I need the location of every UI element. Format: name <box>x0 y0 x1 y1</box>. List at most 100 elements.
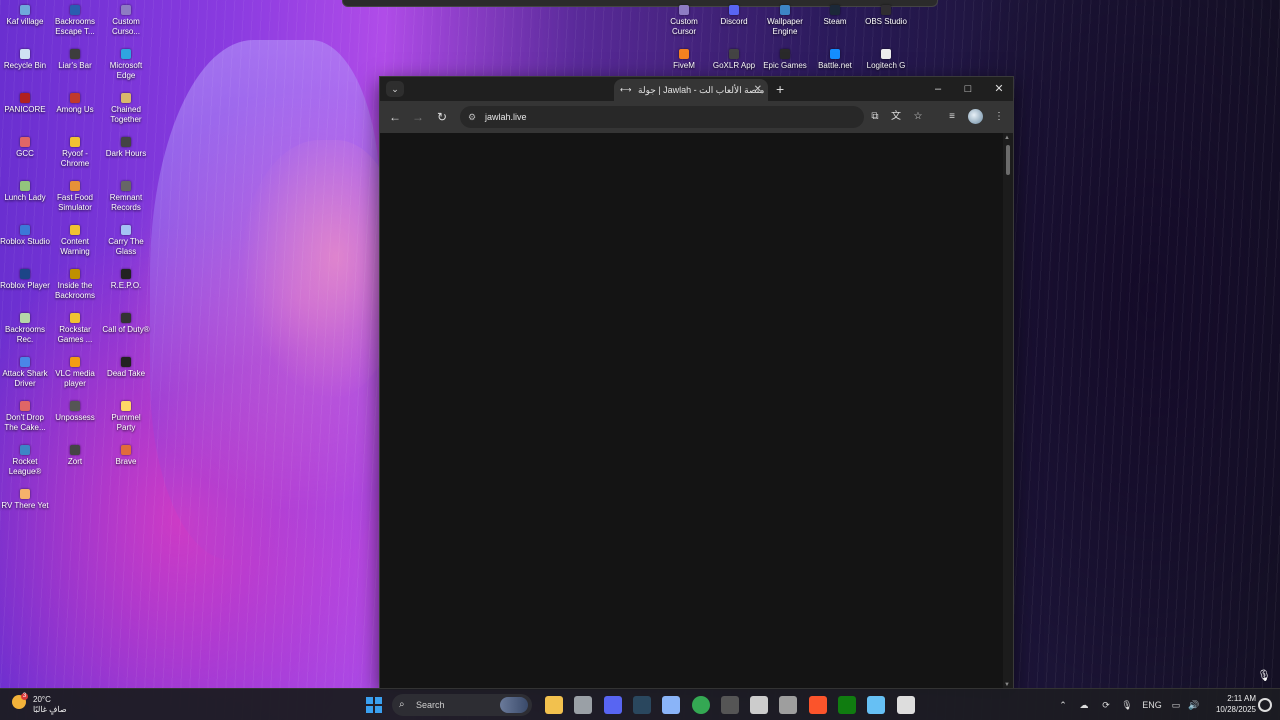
tab-jawlah[interactable]: ⟷ جولة | Jawlah - منصة الألعاب الت ✕ <box>614 79 768 101</box>
address-bar[interactable]: ⚙ jawlah.live <box>460 106 864 128</box>
app-icon <box>20 137 30 147</box>
desktop-icon[interactable]: Don't Drop The Cake... <box>0 401 50 433</box>
desktop-icon[interactable]: Among Us <box>50 93 100 115</box>
desktop-icon[interactable]: VLC media player <box>50 357 100 389</box>
desktop-icon[interactable]: Fast Food Simulator <box>50 181 100 213</box>
desktop-icon[interactable]: Zort <box>50 445 100 467</box>
browser-titlebar[interactable]: ⌄ ⟷ جولة | Jawlah - منصة الألعاب الت ✕ +… <box>380 77 1013 101</box>
scroll-up-icon[interactable]: ▲ <box>1004 135 1010 141</box>
network-icon[interactable]: ▭ <box>1168 689 1184 720</box>
language-indicator[interactable]: ENG <box>1140 689 1164 720</box>
media-controls-icon[interactable]: ≡ <box>944 109 960 125</box>
desktop-icon[interactable]: Roblox Studio <box>0 225 50 247</box>
new-tab-button[interactable]: + <box>776 79 784 99</box>
desktop-icon[interactable]: Pummel Party <box>101 401 151 433</box>
mic-tray-icon[interactable]: 🎙 <box>1120 689 1134 720</box>
desktop-icon[interactable]: Discord <box>709 5 759 27</box>
arrow-right-icon: → <box>412 110 424 124</box>
desktop-icon[interactable]: Backrooms Escape T... <box>50 5 100 37</box>
file-explorer-taskbar-icon[interactable] <box>545 696 563 714</box>
desktop-icon[interactable]: Chained Together <box>101 93 151 125</box>
browser-toolbar: ← → ↻ ⚙ jawlah.live ⧉ 文 ☆ ≡ ⋮ <box>380 101 1013 133</box>
xbox-taskbar-icon[interactable] <box>838 696 856 714</box>
app-icon <box>121 269 131 279</box>
desktop-icon[interactable]: Inside the Backrooms <box>50 269 100 301</box>
desktop-icon-label: Unpossess <box>55 413 95 422</box>
desktop-icon[interactable]: Custom Cursor <box>659 5 709 37</box>
sync-icon[interactable]: ⟳ <box>1098 689 1114 720</box>
notepad-taskbar-icon[interactable] <box>750 696 769 714</box>
brave-taskbar-icon[interactable] <box>808 696 827 714</box>
desktop-icon[interactable]: GoXLR App <box>709 49 759 71</box>
desktop-icon[interactable]: Kaf village <box>0 5 50 27</box>
bookmark-star-icon[interactable]: ☆ <box>910 109 926 125</box>
desktop-icon[interactable]: Steam <box>810 5 860 27</box>
close-window-button[interactable]: ✕ <box>989 79 1009 99</box>
desktop-icon[interactable]: Microsoft Edge <box>101 49 151 81</box>
discord-taskbar-icon[interactable] <box>603 696 622 714</box>
desktop-icon[interactable]: Lunch Lady <box>0 181 50 203</box>
start-button[interactable] <box>366 697 382 713</box>
tab-search-button[interactable]: ⌄ <box>386 81 404 97</box>
kebab-menu-icon[interactable]: ⋮ <box>991 109 1007 125</box>
volume-icon[interactable]: 🔊 <box>1186 689 1202 720</box>
app-icon <box>121 137 131 147</box>
desktop-icon[interactable]: Brave <box>101 445 151 467</box>
desktop-icon[interactable]: Unpossess <box>50 401 100 423</box>
desktop-icon[interactable]: Remnant Records <box>101 181 151 213</box>
chevron-up-icon[interactable]: ⌃ <box>1056 689 1070 720</box>
desktop-icon[interactable]: GCC <box>0 137 50 159</box>
desktop-icon[interactable]: Ryoof - Chrome <box>50 137 100 169</box>
desktop-icon[interactable]: Rocket League® <box>0 445 50 477</box>
clock[interactable]: 2:11 AM 10/28/2025 <box>1206 693 1256 715</box>
scroll-thumb[interactable] <box>1006 145 1010 175</box>
page-content[interactable] <box>380 133 1003 690</box>
loader-taskbar-icon[interactable] <box>896 696 915 714</box>
vertical-scrollbar[interactable]: ▲ ▼ <box>1003 133 1013 690</box>
desktop-icon[interactable]: Liar's Bar <box>50 49 100 71</box>
desktop-icon[interactable]: Logitech G <box>861 49 911 71</box>
desktop-icon[interactable]: Custom Curso... <box>101 5 151 37</box>
minimize-button[interactable]: – <box>928 79 948 99</box>
desktop-icon[interactable]: Rockstar Games ... <box>50 313 100 345</box>
desktop-icon[interactable]: PANICORE <box>0 93 50 115</box>
install-app-icon[interactable]: ⧉ <box>867 109 883 125</box>
profile-avatar[interactable] <box>968 109 983 124</box>
desktop-icon[interactable]: Epic Games <box>760 49 810 71</box>
tab-close-icon[interactable]: ✕ <box>754 79 762 101</box>
onedrive-icon[interactable]: ☁ <box>1076 689 1092 720</box>
forward-button[interactable]: → <box>409 108 427 126</box>
taskbar-search[interactable]: ⌕ Search <box>392 694 532 716</box>
desktop-icon[interactable]: Content Warning <box>50 225 100 257</box>
reload-button[interactable]: ↻ <box>433 108 451 126</box>
desktop-icon[interactable]: OBS Studio <box>861 5 911 27</box>
browser-window[interactable]: ⌄ ⟷ جولة | Jawlah - منصة الألعاب الت ✕ +… <box>379 76 1014 690</box>
steam-2-taskbar-icon[interactable] <box>867 696 886 714</box>
desktop-icon[interactable]: Recycle Bin <box>0 49 50 71</box>
weather-temp: 20°C <box>33 695 51 704</box>
translate-icon[interactable]: 文 <box>888 109 904 125</box>
desktop-icon[interactable]: Wallpaper Engine <box>760 5 810 37</box>
app-dark-taskbar-icon[interactable] <box>720 696 739 714</box>
microphone-icon[interactable]: 🎙 <box>1257 669 1271 682</box>
store-taskbar-icon[interactable] <box>574 696 593 714</box>
desktop-icon[interactable]: R.E.P.O. <box>101 269 151 291</box>
back-button[interactable]: ← <box>386 108 404 126</box>
app-circle-taskbar-icon[interactable] <box>779 696 798 714</box>
desktop-icon[interactable]: Carry The Glass <box>101 225 151 257</box>
desktop-icon[interactable]: Attack Shark Driver <box>0 357 50 389</box>
desktop-icon[interactable]: Backrooms Rec. <box>0 313 50 345</box>
desktop-icon[interactable]: Dead Take <box>101 357 151 379</box>
desktop-icon[interactable]: Battle.net <box>810 49 860 71</box>
desktop-icon[interactable]: Call of Duty® <box>101 313 151 335</box>
notification-center-icon[interactable] <box>1258 698 1272 712</box>
desktop-icon[interactable]: Dark Hours <box>101 137 151 159</box>
maximize-button[interactable]: □ <box>958 79 978 99</box>
settings-taskbar-icon[interactable] <box>662 696 681 714</box>
desktop-icon[interactable]: RV There Yet <box>0 489 50 511</box>
chrome-taskbar-icon[interactable] <box>691 696 710 714</box>
steam-taskbar-icon[interactable] <box>632 696 651 714</box>
site-settings-icon[interactable]: ⚙ <box>468 106 476 128</box>
desktop-icon[interactable]: Roblox Player <box>0 269 50 291</box>
desktop-icon[interactable]: FiveM <box>659 49 709 71</box>
